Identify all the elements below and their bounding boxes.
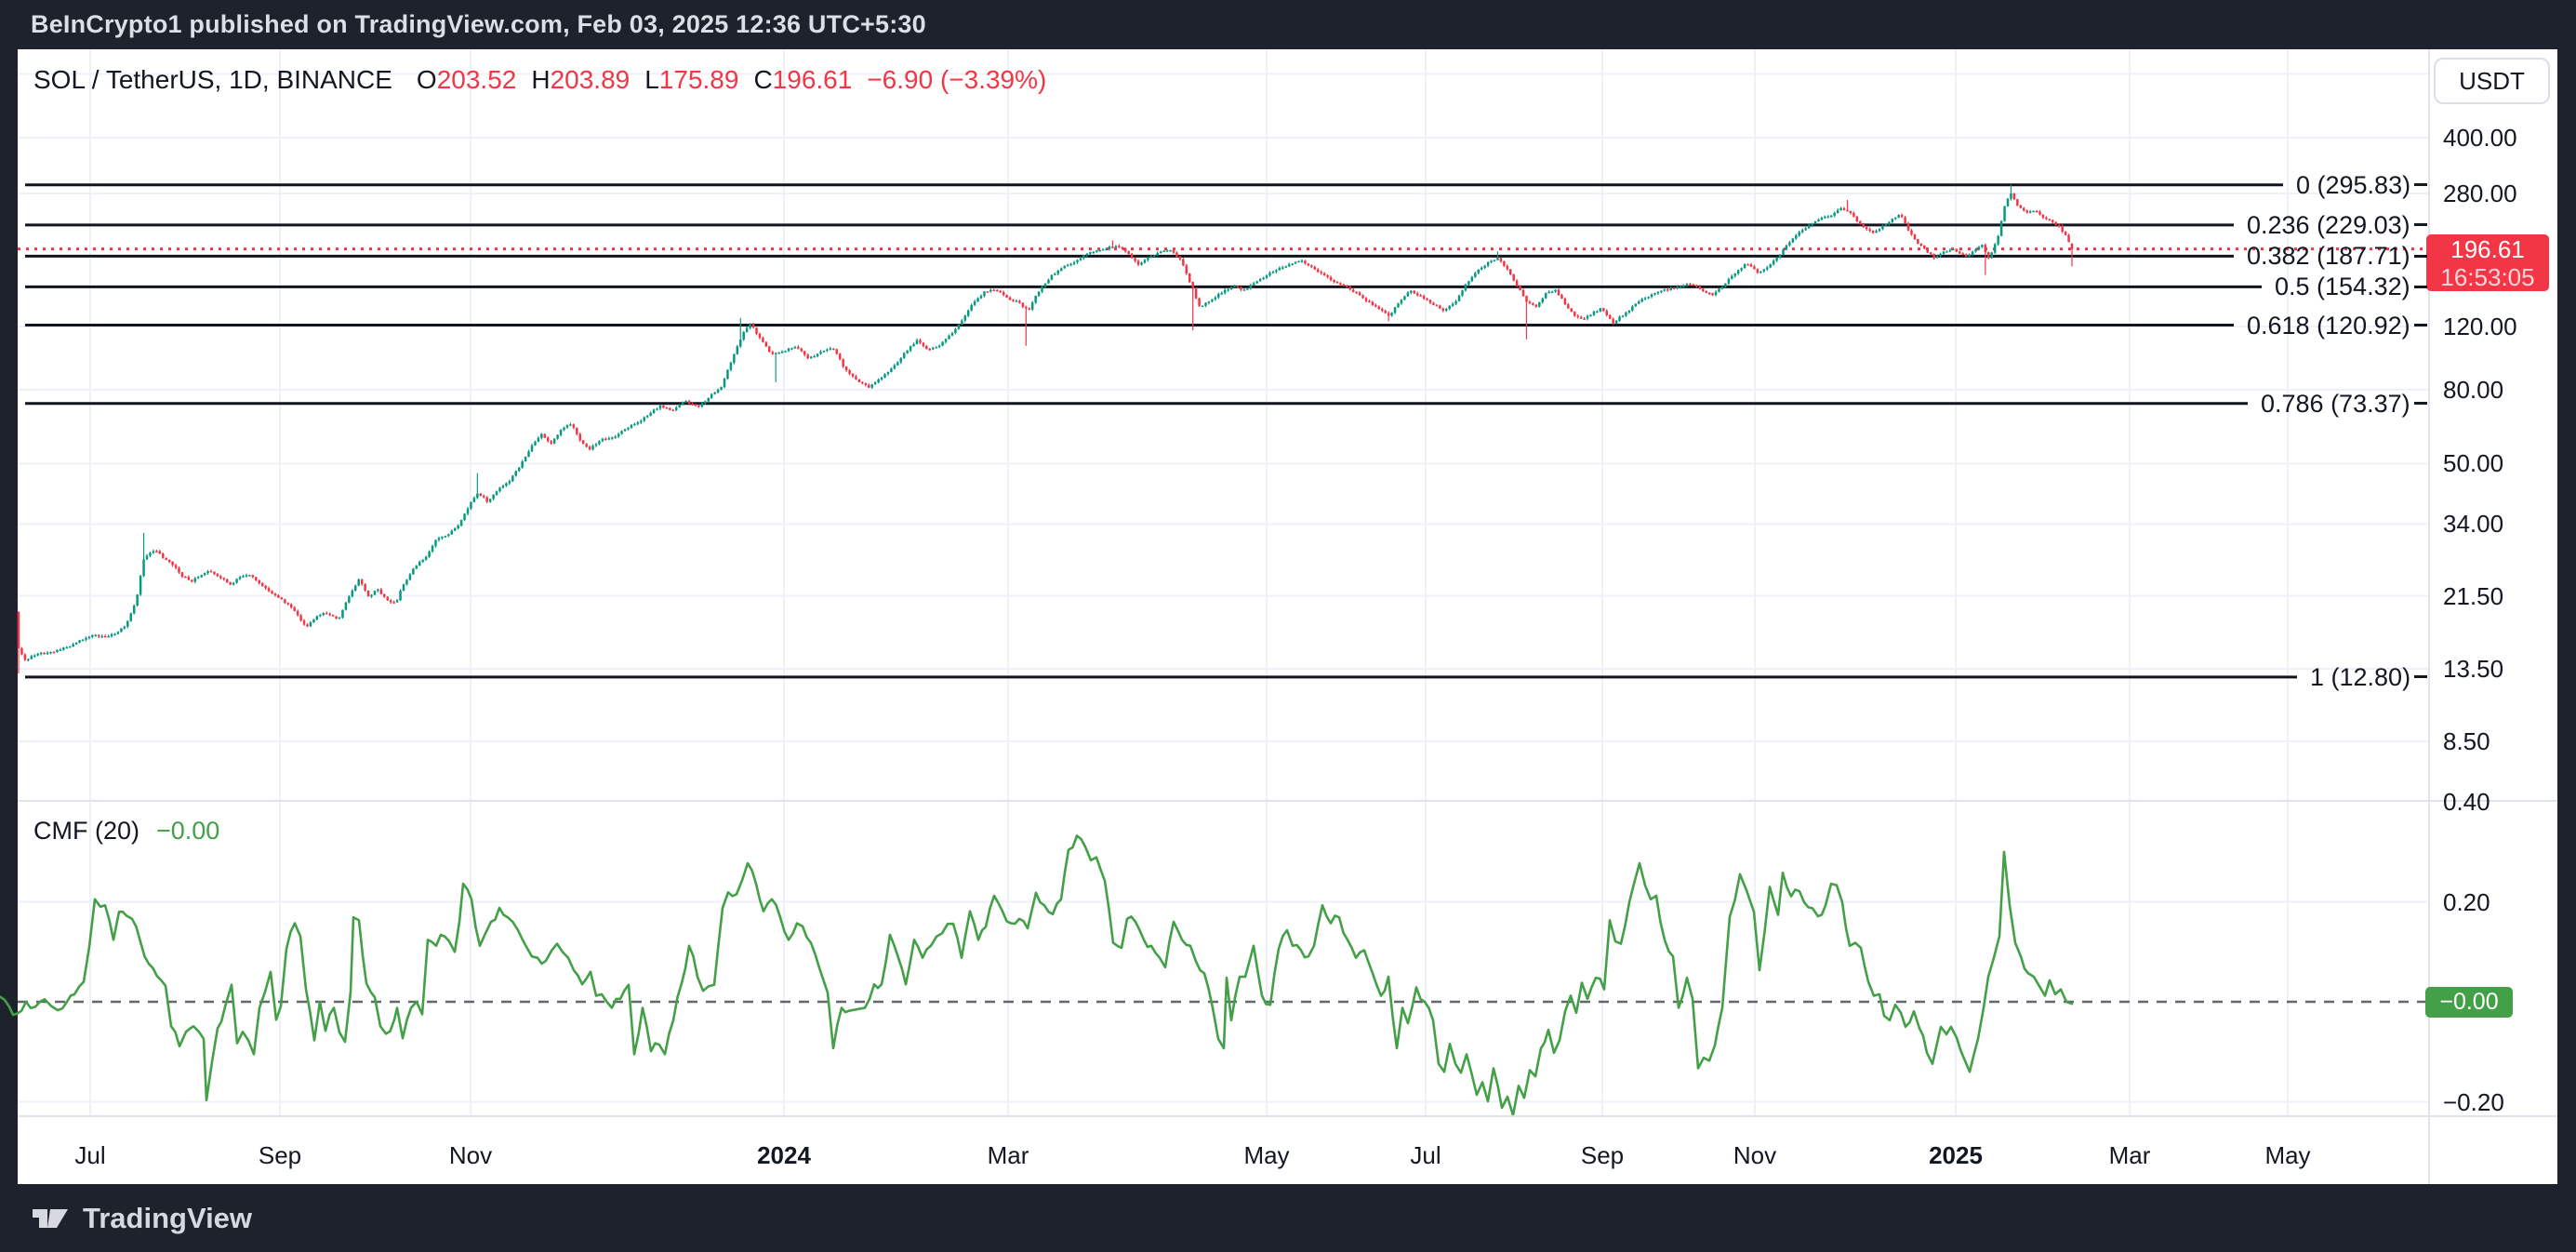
- time-tick-label: 2025: [1929, 1141, 1983, 1169]
- fib-level-label: 0 (295.83): [2296, 171, 2410, 199]
- time-tick-label: May: [1243, 1141, 1289, 1169]
- ohlc-high: H203.89: [531, 65, 630, 95]
- time-tick-label: Sep: [259, 1141, 301, 1169]
- cmf-line: [0, 836, 2072, 1116]
- axis-tick-label: 34.00: [2443, 510, 2503, 538]
- tradingview-wordmark: TradingView: [83, 1202, 252, 1235]
- time-tick-label: Nov: [449, 1141, 492, 1169]
- screenshot-stage: BeInCrypto1 published on TradingView.com…: [0, 0, 2576, 1252]
- axis-tick-label: 13.50: [2443, 655, 2503, 683]
- gridlines-layer: [18, 49, 2429, 1116]
- fib-level-label: 0.382 (187.71): [2247, 242, 2410, 270]
- bar-countdown: 16:53:05: [2440, 263, 2534, 291]
- change-value: −6.90 (−3.39%): [867, 65, 1046, 95]
- fib-level-label: 0.236 (229.03): [2247, 211, 2410, 239]
- axis-tick-label: 50.00: [2443, 449, 2503, 477]
- time-tick-label: Jul: [74, 1141, 105, 1169]
- symbol-title: SOL / TetherUS, 1D, BINANCE: [33, 65, 392, 95]
- axis-tick-label: 120.00: [2443, 313, 2517, 340]
- last-price-badge[interactable]: 196.61 16:53:05: [2426, 234, 2549, 291]
- ohlc-open: O203.52: [417, 65, 516, 95]
- time-tick-label: Mar: [988, 1141, 1029, 1169]
- fib-level-label: 0.618 (120.92): [2247, 312, 2410, 340]
- time-tick-label: May: [2264, 1141, 2310, 1169]
- ohlc-low: L175.89: [644, 65, 738, 95]
- time-tick-label: Jul: [1410, 1141, 1441, 1169]
- axis-tick-label: 0.40: [2443, 788, 2490, 816]
- fib-level-label: 0.786 (73.37): [2261, 390, 2410, 418]
- tradingview-logo-icon: [31, 1202, 70, 1235]
- axis-tick-label: 0.20: [2443, 888, 2490, 916]
- fib-axis-tick: [2414, 402, 2427, 405]
- time-tick-label: Sep: [1581, 1141, 1624, 1169]
- symbol-legend: SOL / TetherUS, 1D, BINANCE O203.52 H203…: [33, 63, 1061, 97]
- tradingview-branding-link[interactable]: TradingView: [0, 1184, 2576, 1252]
- cmf-legend: CMF (20) −0.00: [33, 815, 219, 846]
- candles-layer: [18, 185, 2074, 673]
- fib-axis-tick: [2414, 255, 2427, 258]
- fib-axis-tick: [2414, 675, 2427, 678]
- fib-axis-tick: [2414, 183, 2427, 186]
- axis-tick-label: 21.50: [2443, 582, 2503, 610]
- axis-tick-label: −0.20: [2443, 1088, 2504, 1116]
- cmf-value: −0.00: [156, 817, 219, 846]
- fib-lines-layer: [18, 185, 2429, 677]
- cmf-value-badge: −0.00: [2425, 987, 2513, 1018]
- cmf-layer: [0, 836, 2429, 1116]
- axis-tick-label: 80.00: [2443, 376, 2503, 404]
- time-tick-label: Nov: [1733, 1141, 1776, 1169]
- time-tick-label: Mar: [2109, 1141, 2151, 1169]
- fib-axis-tick: [2414, 324, 2427, 326]
- ohlc-close: C196.61: [753, 65, 852, 95]
- axis-tick-label: 400.00: [2443, 124, 2517, 152]
- last-price-value: 196.61: [2450, 235, 2525, 263]
- fib-level-label: 0.5 (154.32): [2275, 273, 2410, 300]
- fib-level-label: 1 (12.80): [2310, 663, 2410, 691]
- axis-tick-label: 8.50: [2443, 727, 2490, 755]
- chart-canvas[interactable]: [0, 0, 2576, 1252]
- time-tick-label: 2024: [757, 1141, 811, 1169]
- currency-toggle-button[interactable]: USDT: [2434, 58, 2550, 104]
- fib-axis-tick: [2414, 286, 2427, 288]
- fib-axis-tick: [2414, 223, 2427, 226]
- cmf-title: CMF (20): [33, 817, 139, 846]
- axis-tick-label: 280.00: [2443, 180, 2517, 207]
